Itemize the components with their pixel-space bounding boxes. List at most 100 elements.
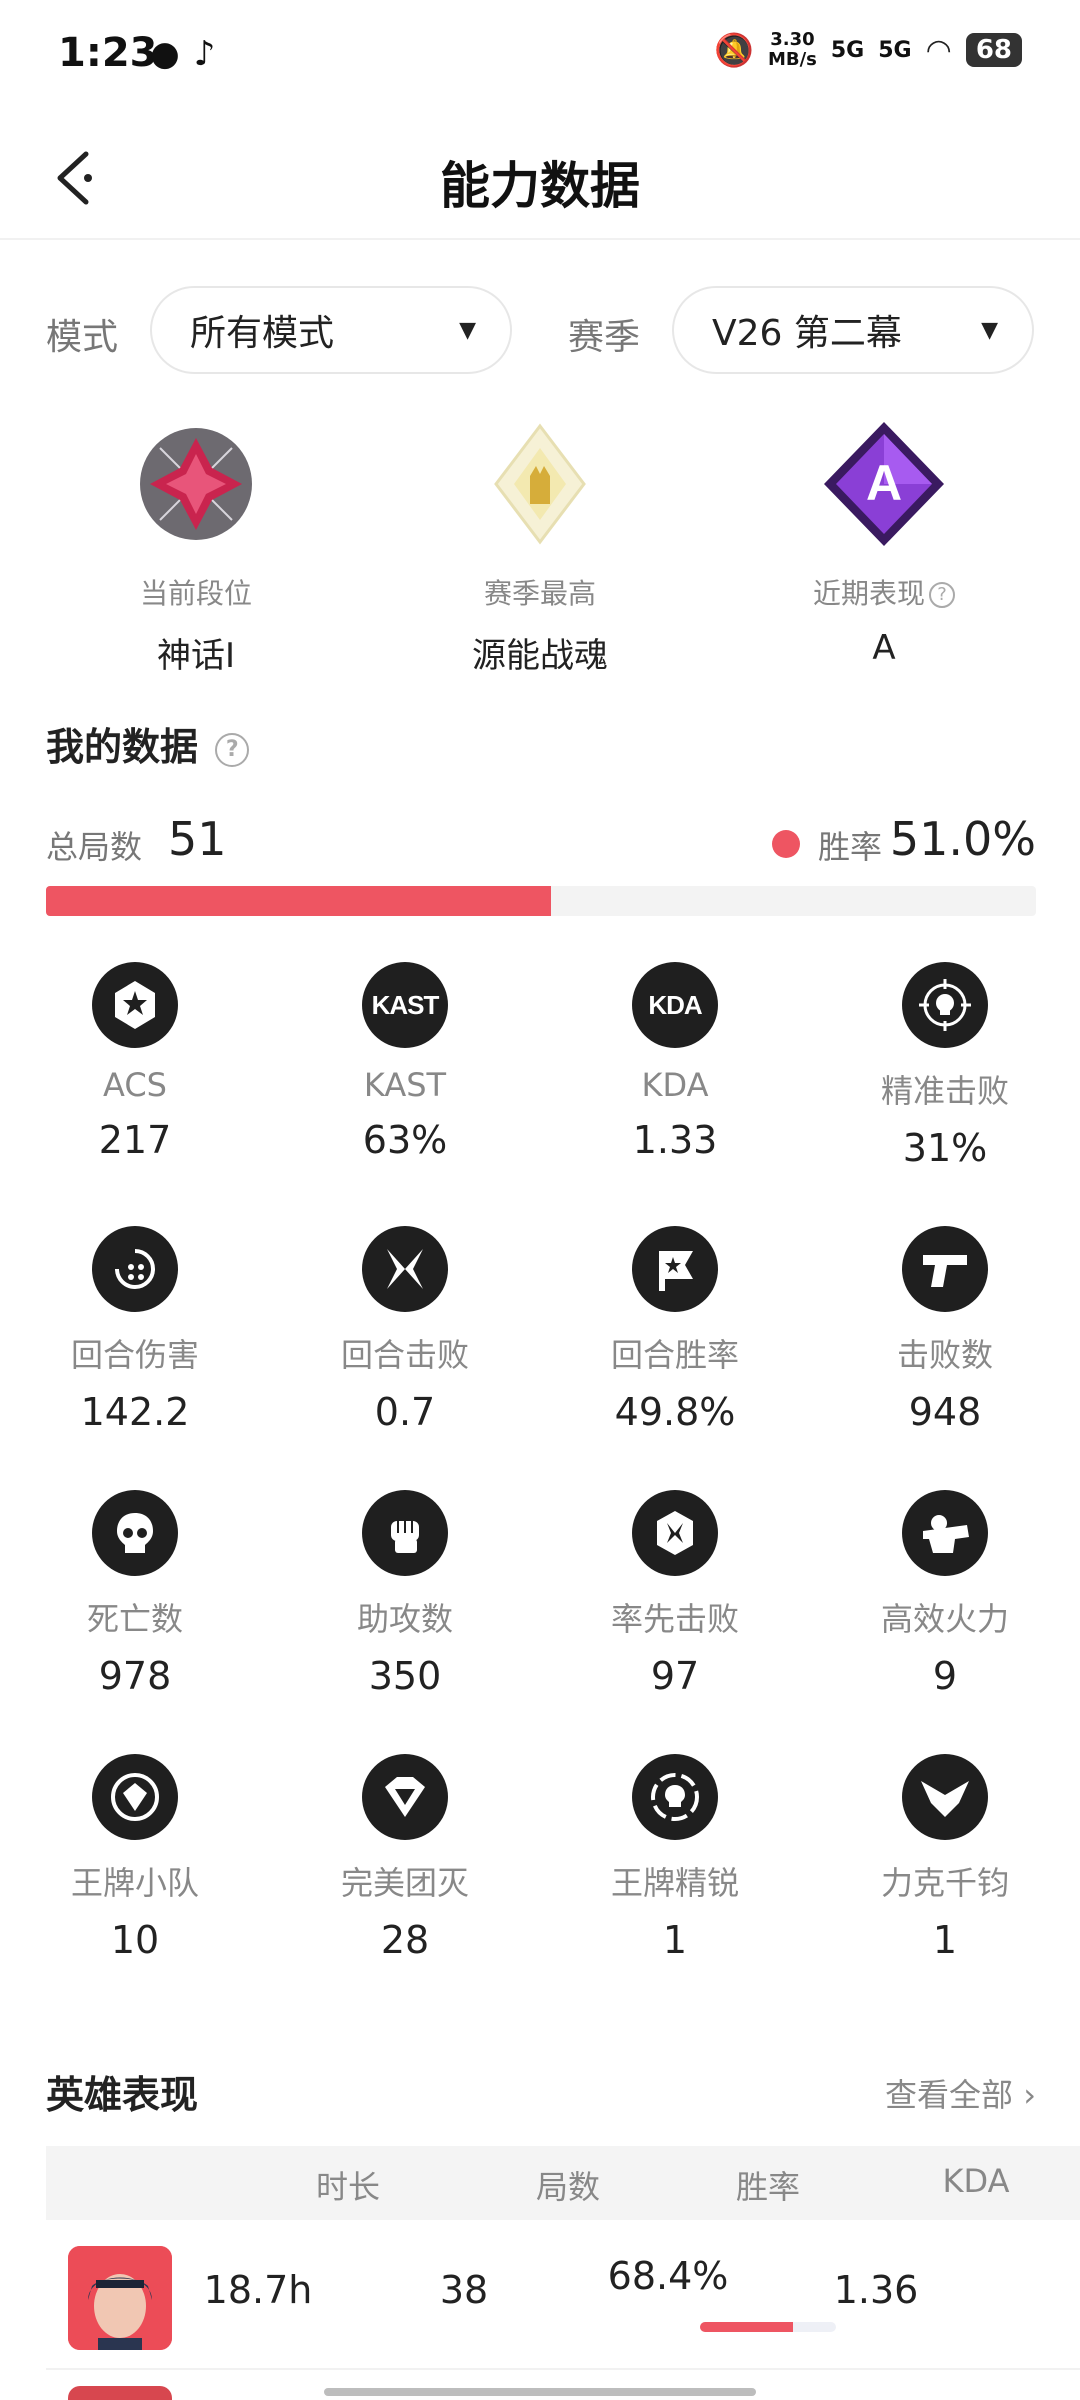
winrate-label: 胜率 <box>817 828 882 866</box>
pistol-icon <box>902 1226 988 1312</box>
stat-kast[interactable]: KAST KAST 63% <box>270 962 540 1162</box>
rank-current[interactable]: 当前段位 神话I <box>56 418 336 677</box>
rank-season-best-value: 源能战魂 <box>472 636 608 676</box>
hero-avatar <box>68 2386 172 2400</box>
radiant-rank-icon <box>494 423 586 545</box>
stat-round-damage[interactable]: 回合伤害 142.2 <box>0 1226 270 1434</box>
nav-bar: 能力数据 <box>0 120 1080 236</box>
season-select[interactable]: V26 第二幕 ▼ <box>672 286 1034 374</box>
stat-ace-squad[interactable]: 王牌小队 10 <box>0 1754 270 1962</box>
col-games: 局数 <box>535 2168 600 2206</box>
hero-avatar <box>68 2246 172 2350</box>
help-icon[interactable]: ? <box>929 582 955 608</box>
heavy-gun-icon <box>902 1490 988 1576</box>
battery-icon: 68 <box>965 33 1022 67</box>
rank-current-label: 当前段位 <box>139 577 252 610</box>
kda-icon: KDA <box>632 962 718 1048</box>
hero-winrate-bar-fill <box>700 2322 794 2332</box>
stat-acs[interactable]: ACS 217 <box>0 962 270 1162</box>
stat-headshot[interactable]: 精准击败 31% <box>810 962 1080 1170</box>
col-duration: 时长 <box>315 2168 380 2206</box>
rank-current-value: 神话I <box>156 636 236 676</box>
col-kda: KDA <box>942 2162 1010 2200</box>
kast-icon: KAST <box>362 962 448 1048</box>
wechat-icon: ● <box>150 34 180 74</box>
season-value: V26 第二幕 <box>712 313 902 354</box>
rank-season-best[interactable]: 赛季最高 源能战魂 <box>400 418 680 677</box>
season-label: 赛季 <box>568 317 641 358</box>
ace-squad-icon <box>92 1754 178 1840</box>
crosshair-skull-icon <box>902 962 988 1048</box>
chevron-right-icon: › <box>1013 2076 1036 2114</box>
dropdown-arrow-icon: ▼ <box>981 317 998 343</box>
mute-bell-icon: 🔕 <box>714 31 754 69</box>
rank-row: 当前段位 神话I 赛季最高 源能战魂 A 近期表现? A <box>0 418 1080 678</box>
stat-first-kills[interactable]: 率先击败 97 <box>540 1490 810 1698</box>
svg-text:A: A <box>866 455 902 511</box>
total-games-value: 51 <box>168 812 227 866</box>
stat-ace-elite[interactable]: 王牌精锐 1 <box>540 1754 810 1962</box>
hero-duration: 18.7h <box>203 2268 313 2312</box>
stat-round-winrate[interactable]: 回合胜率 49.8% <box>540 1226 810 1434</box>
winrate-bar <box>46 886 1036 916</box>
flag-star-icon <box>632 1226 718 1312</box>
stat-multikills[interactable]: 高效火力 9 <box>810 1490 1080 1698</box>
hero-section-title: 英雄表现 <box>46 2073 199 2117</box>
mode-select[interactable]: 所有模式 ▼ <box>150 286 512 374</box>
ace-elite-icon <box>632 1754 718 1840</box>
eagle-icon <box>902 1754 988 1840</box>
hero-games: 38 <box>439 2268 489 2312</box>
signal-1-icon: 5G <box>830 37 865 63</box>
round-damage-icon <box>92 1226 178 1312</box>
grade-a-icon: A <box>824 422 944 546</box>
status-time: 1:23 <box>58 30 158 76</box>
stat-assists[interactable]: 助攻数 350 <box>270 1490 540 1698</box>
summary-row: 总局数 51 胜率 51.0% <box>46 808 1036 878</box>
page-title: 能力数据 <box>440 157 640 215</box>
total-games-label: 总局数 <box>46 828 143 866</box>
table-row[interactable]: 18.7h 38 68.4% 1.36 <box>46 2220 1080 2370</box>
mode-value: 所有模式 <box>190 313 335 354</box>
stat-round-kills[interactable]: 回合击败 0.7 <box>270 1226 540 1434</box>
view-all-link[interactable]: 查看全部 › <box>885 2070 1036 2116</box>
home-indicator[interactable] <box>324 2388 756 2396</box>
stat-kills[interactable]: 击败数 948 <box>810 1226 1080 1434</box>
rank-season-best-label: 赛季最高 <box>483 577 596 610</box>
hero-winrate: 68.4% <box>607 2254 729 2298</box>
rank-recent-label: 近期表现? <box>744 572 1024 612</box>
status-right: 🔕 3.30 MB/s 5G 5G ◠ 68 <box>714 30 1022 70</box>
mythic-rank-icon <box>140 428 252 540</box>
filter-bar: 模式 所有模式 ▼ 赛季 V26 第二幕 ▼ <box>0 286 1080 376</box>
stat-deaths[interactable]: 死亡数 978 <box>0 1490 270 1698</box>
diamond-shield-icon <box>362 1754 448 1840</box>
hero-section-header: 英雄表现 查看全部 › <box>46 2064 1036 2124</box>
stat-flawless[interactable]: 完美团灭 28 <box>270 1754 540 1962</box>
help-icon[interactable]: ? <box>215 732 250 767</box>
rank-recent-value: A <box>872 628 896 668</box>
mode-label: 模式 <box>46 317 119 358</box>
stat-kda[interactable]: KDA KDA 1.33 <box>540 962 810 1162</box>
net-speed: 3.30 MB/s <box>767 29 817 70</box>
status-bar: 1:23 ● ♪ 🔕 3.30 MB/s 5G 5G ◠ 68 <box>0 0 1080 110</box>
my-data-title: 我的数据 ? <box>46 716 250 771</box>
wifi-icon: ◠ <box>925 32 952 68</box>
winrate-dot-icon <box>772 830 800 858</box>
rank-recent[interactable]: A 近期表现? A <box>744 418 1024 668</box>
winrate-bar-fill <box>46 886 551 916</box>
col-winrate: 胜率 <box>735 2168 800 2206</box>
fist-icon <box>362 1490 448 1576</box>
skull-icon <box>92 1490 178 1576</box>
stat-clutch[interactable]: 力克千钧 1 <box>810 1754 1080 1962</box>
crossed-blades-icon <box>362 1226 448 1312</box>
dropdown-arrow-icon: ▼ <box>459 317 476 343</box>
winrate-value: 51.0% <box>889 812 1036 866</box>
status-app-icons: ● ♪ <box>150 34 215 74</box>
tiktok-icon: ♪ <box>193 34 216 74</box>
hero-kda: 1.36 <box>833 2268 919 2312</box>
hero-table: 时长 局数 胜率 KDA 18.7h 38 68.4% 1.36 <box>46 2146 1080 2370</box>
signal-2-icon: 5G <box>878 37 912 63</box>
hero-winrate-bar <box>700 2322 836 2332</box>
nav-divider <box>0 238 1080 240</box>
hero-table-header: 时长 局数 胜率 KDA <box>46 2146 1080 2220</box>
star-badge-icon <box>92 962 178 1048</box>
